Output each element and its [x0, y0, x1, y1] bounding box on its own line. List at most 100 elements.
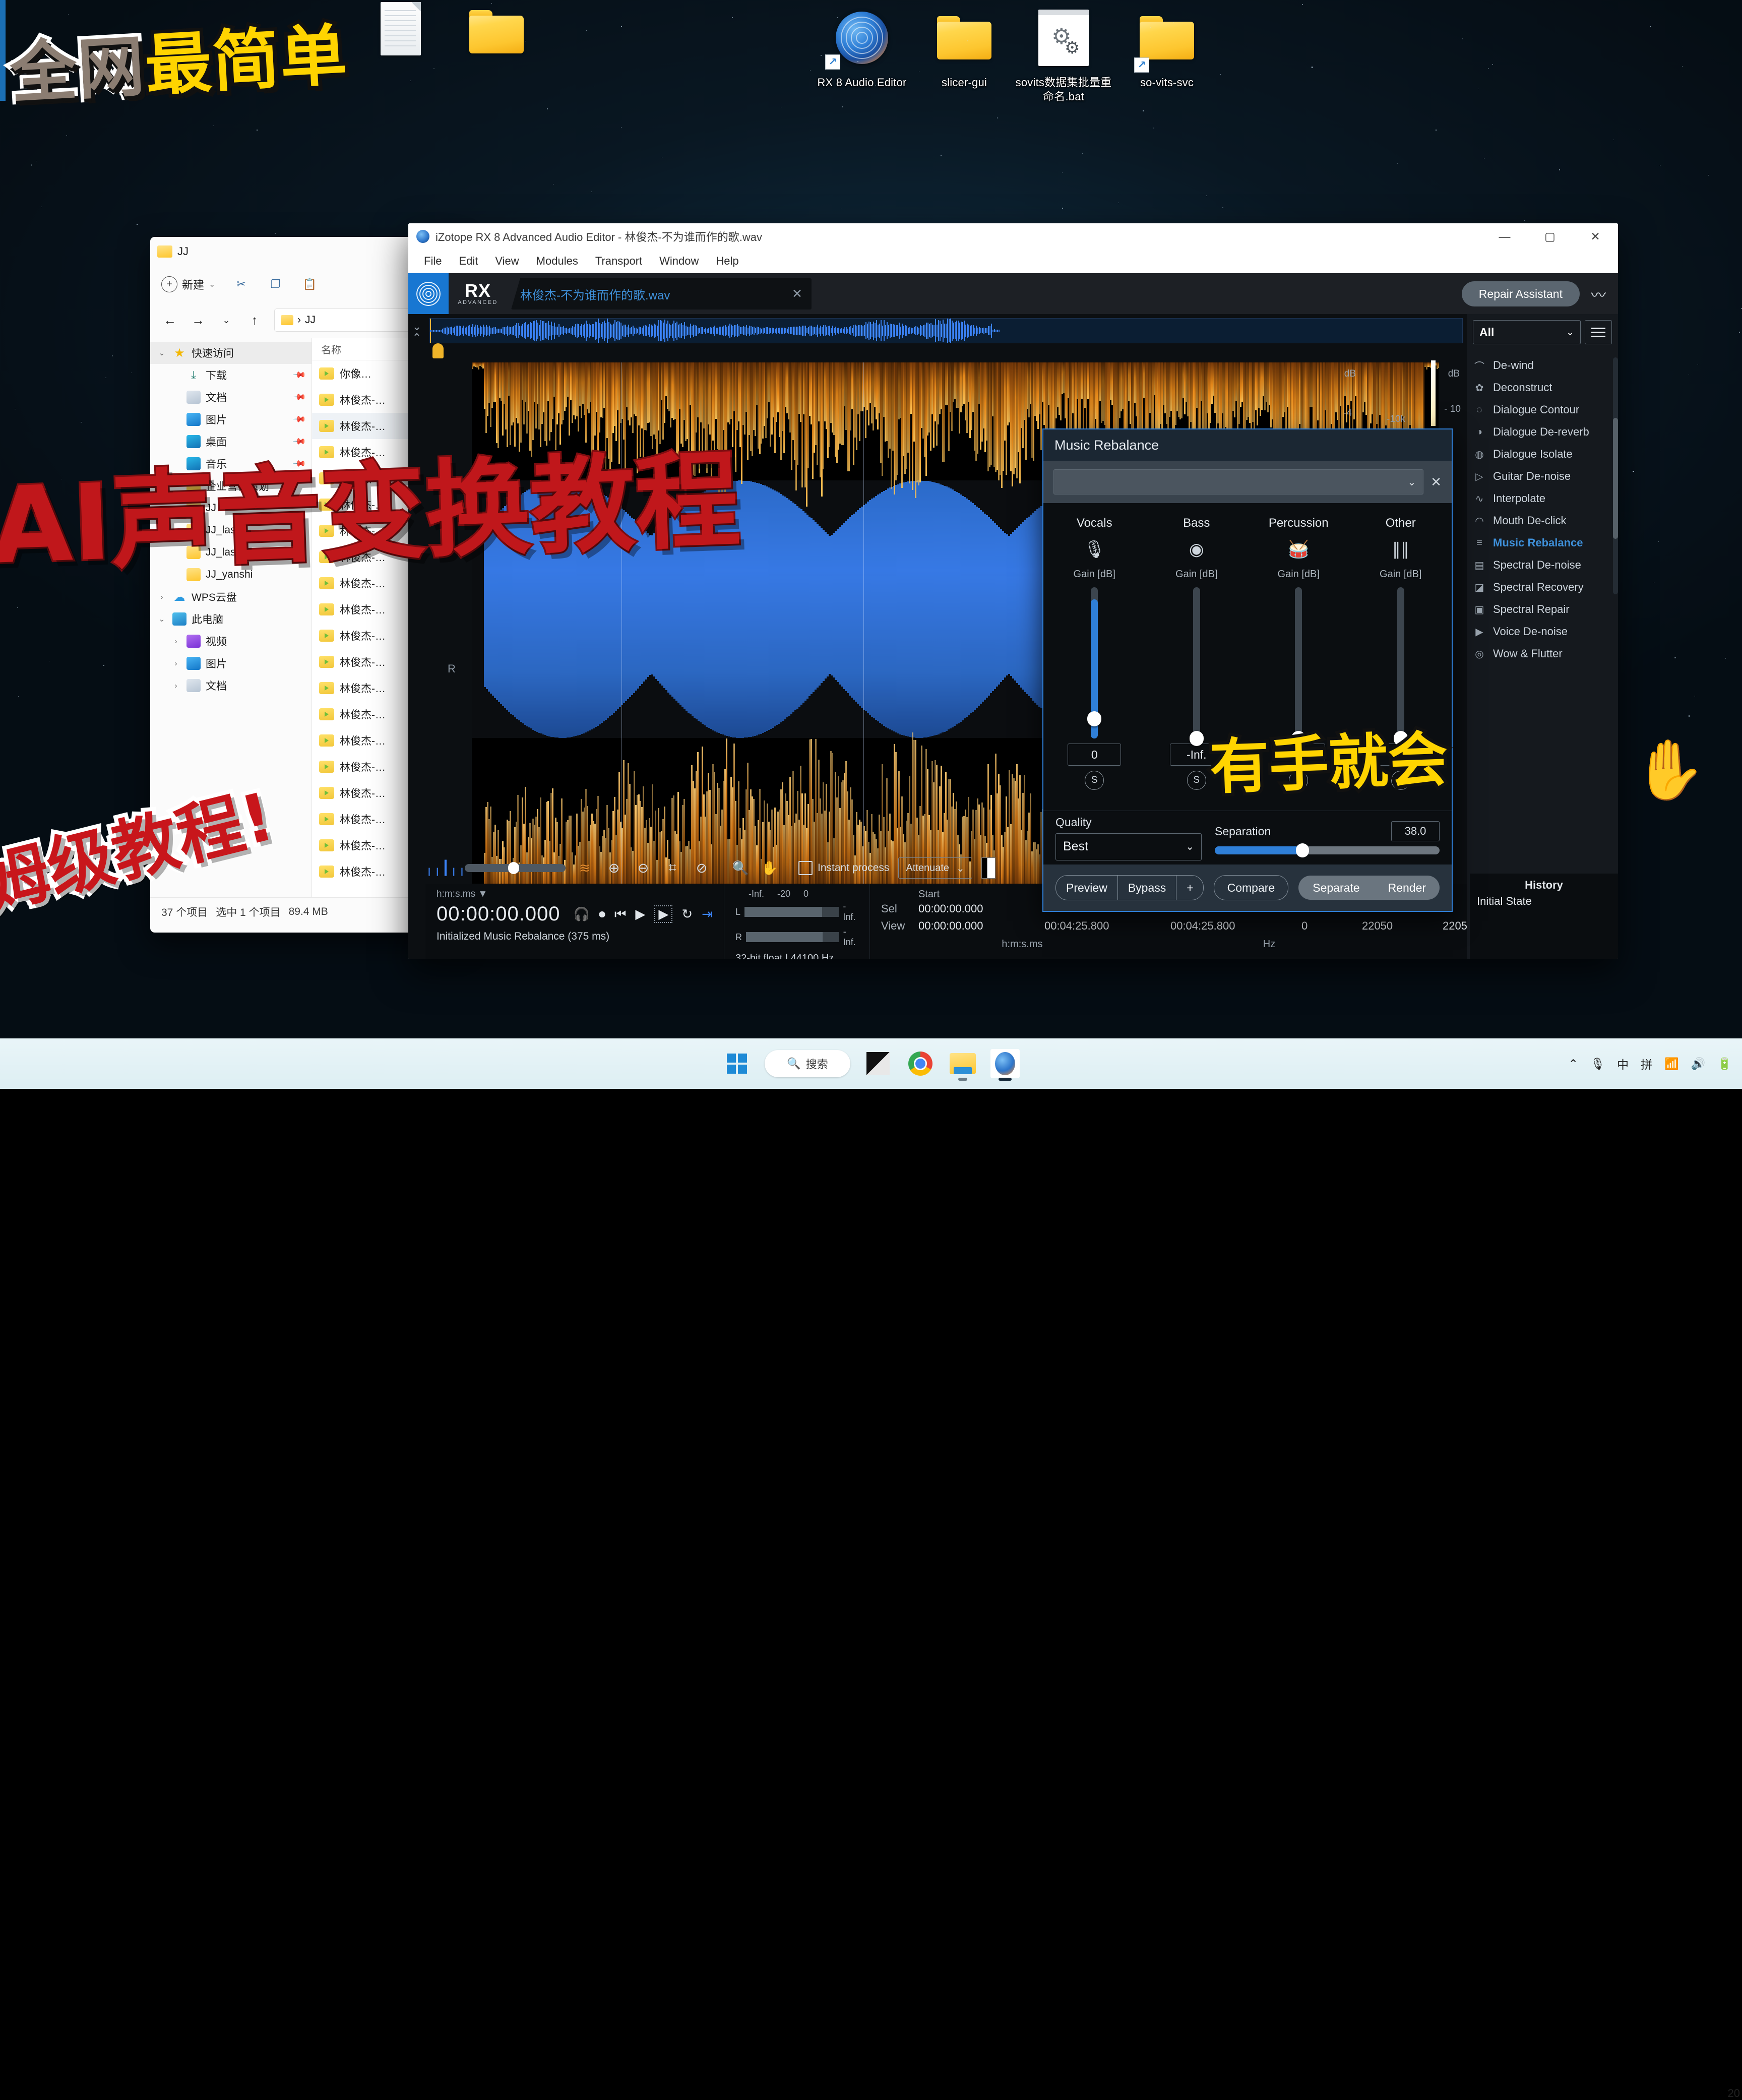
- module-item-de-wind[interactable]: ⌒ De-wind: [1473, 354, 1615, 377]
- play-selection-icon[interactable]: ▶: [654, 905, 673, 923]
- chevron-down-icon[interactable]: ⌄: [156, 614, 167, 624]
- chevron-down-icon[interactable]: ⌄: [156, 348, 167, 357]
- desktop-icon-document[interactable]: [348, 0, 454, 67]
- attenuate-dropdown[interactable]: Attenuate ⌄: [898, 857, 972, 879]
- quality-dropdown[interactable]: Best ⌄: [1055, 833, 1202, 860]
- menu-item-view[interactable]: View: [486, 255, 527, 268]
- add-button[interactable]: +: [1176, 876, 1203, 900]
- selection-cursor[interactable]: [863, 362, 864, 899]
- taskbar-app-file-explorer[interactable]: [948, 1049, 977, 1081]
- mixer-strip-vocals[interactable]: Vocals 🎙 Gain [dB] 0 S: [1043, 503, 1146, 811]
- sidebar-item-0[interactable]: ⌄ ★ 快速访问: [150, 342, 312, 364]
- module-item-mouth-de-click[interactable]: ◠ Mouth De-click: [1473, 510, 1615, 532]
- fader-knob[interactable]: [1291, 731, 1306, 746]
- sidebar-item-14[interactable]: › 图片: [150, 652, 312, 674]
- module-item-dialogue-de-reverb[interactable]: ◑ Dialogue De-reverb: [1473, 421, 1615, 443]
- chevron-right-icon[interactable]: ›: [170, 637, 181, 646]
- desktop-icon-rx8[interactable]: ↗ RX 8 Audio Editor: [809, 0, 915, 90]
- selection-cursor[interactable]: [621, 362, 623, 899]
- sidebar-item-6[interactable]: 企业营销策划: [150, 475, 312, 497]
- mixer-strip-percussion[interactable]: Percussion 🥁 Gain [dB] -Inf. S: [1248, 503, 1350, 811]
- sidebar-item-12[interactable]: ⌄ 此电脑: [150, 608, 312, 630]
- chevron-right-icon[interactable]: ›: [170, 682, 181, 690]
- mixer-strip-bass[interactable]: Bass ◉ Gain [dB] -Inf. S: [1146, 503, 1248, 811]
- menu-item-modules[interactable]: Modules: [528, 255, 587, 268]
- desktop-icon-so-vits-svc[interactable]: ↗ so-vits-svc: [1114, 0, 1220, 90]
- gain-fader[interactable]: [1291, 587, 1306, 746]
- back-button[interactable]: ←: [161, 312, 178, 329]
- volume-icon[interactable]: 🔊: [1691, 1057, 1706, 1071]
- gain-value[interactable]: -Inf.: [1169, 744, 1223, 766]
- zoom-out-icon[interactable]: ⊖: [633, 858, 653, 878]
- record-icon[interactable]: ⏺: [599, 906, 605, 922]
- close-icon[interactable]: ✕: [792, 286, 802, 301]
- sidebar-item-5[interactable]: 音乐 📌: [150, 453, 312, 475]
- separate-button[interactable]: Separate: [1298, 876, 1374, 900]
- maximize-button[interactable]: ▢: [1527, 223, 1573, 250]
- module-item-spectral-recovery[interactable]: ◪ Spectral Recovery: [1473, 576, 1615, 598]
- monitor-icon[interactable]: 🎧: [574, 906, 590, 922]
- close-button[interactable]: ✕: [1573, 223, 1618, 250]
- pin-icon[interactable]: 📌: [292, 412, 306, 426]
- hand-tool-icon[interactable]: ✋: [760, 858, 780, 878]
- tray-expand-icon[interactable]: ⌃: [1569, 1057, 1578, 1071]
- wifi-icon[interactable]: 📶: [1664, 1057, 1679, 1071]
- sidebar-item-13[interactable]: › 视频: [150, 630, 312, 652]
- separation-value[interactable]: 38.0: [1391, 821, 1440, 841]
- preview-button[interactable]: Preview: [1056, 876, 1118, 900]
- waveform-view-icon[interactable]: ╷╷┃╷╷: [425, 858, 466, 878]
- microphone-icon[interactable]: 🎙: [1590, 1057, 1605, 1071]
- loop-icon[interactable]: ↻: [681, 906, 693, 922]
- solo-button[interactable]: S: [1391, 771, 1410, 790]
- fader-knob[interactable]: [1393, 731, 1408, 746]
- sidebar-item-2[interactable]: 文档 📌: [150, 386, 312, 408]
- zoom-fit-icon[interactable]: ⊘: [692, 858, 712, 878]
- spectrogram-view-icon[interactable]: ≋: [575, 858, 595, 878]
- gain-fader[interactable]: [1087, 587, 1102, 738]
- solo-button[interactable]: S: [1085, 771, 1104, 790]
- module-menu-icon[interactable]: [1585, 320, 1612, 344]
- sidebar-item-3[interactable]: 图片 📌: [150, 408, 312, 430]
- skip-start-icon[interactable]: ⏮: [614, 906, 626, 922]
- minimize-button[interactable]: —: [1482, 223, 1527, 250]
- sidebar-item-7[interactable]: JJ: [150, 497, 312, 519]
- mixer-strips[interactable]: Vocals 🎙 Gain [dB] 0 S Bass ◉ Gain [dB] -Inf. S Pe…: [1043, 503, 1452, 811]
- dialog-action-bar[interactable]: Preview Bypass + Compare Separate Render: [1043, 864, 1452, 911]
- taskbar-app-rx[interactable]: [990, 1049, 1020, 1081]
- taskbar-app-chrome[interactable]: [906, 1049, 935, 1078]
- module-item-dialogue-contour[interactable]: ◌ Dialogue Contour: [1473, 399, 1615, 421]
- ime-mode-icon[interactable]: 中: [1617, 1055, 1629, 1072]
- module-item-spectral-de-noise[interactable]: ▤ Spectral De-noise: [1473, 554, 1615, 576]
- repair-assistant-button[interactable]: Repair Assistant: [1461, 281, 1580, 306]
- menu-item-help[interactable]: Help: [707, 255, 747, 268]
- sidebar-item-9[interactable]: JJ_last: [150, 541, 312, 564]
- gain-value[interactable]: -Inf.: [1272, 744, 1326, 766]
- time-format-selector[interactable]: h:m:s.ms ▼: [437, 889, 713, 900]
- rx-modules-panel[interactable]: All ⌄ ⌒ De-wind ✿ Deconstruct ◌ Dialogue Cont…: [1467, 314, 1618, 959]
- pin-icon[interactable]: 📌: [292, 367, 306, 382]
- collapse-chevrons-icon[interactable]: ⌄ ⌃: [408, 321, 425, 343]
- gain-fader[interactable]: [1189, 587, 1204, 746]
- preset-dropdown[interactable]: ⌄: [1053, 469, 1424, 495]
- gain-fader[interactable]: [1393, 587, 1408, 746]
- waveform-zoom-slider[interactable]: [465, 862, 566, 874]
- bypass-button[interactable]: Bypass: [1118, 876, 1177, 900]
- separation-slider[interactable]: [1215, 843, 1440, 857]
- history-panel[interactable]: History Initial State: [1470, 874, 1618, 959]
- windows-taskbar[interactable]: 🔍 搜索 ⌃ 🎙 中 拼 📶 🔊 🔋 20: [0, 1038, 1742, 2099]
- waveform-overview[interactable]: [429, 318, 1463, 343]
- pin-icon[interactable]: 📌: [292, 434, 306, 449]
- close-icon[interactable]: ✕: [1430, 474, 1442, 490]
- solo-button[interactable]: S: [1289, 771, 1309, 790]
- forward-button[interactable]: →: [190, 312, 207, 329]
- copy-icon[interactable]: ❐: [267, 276, 284, 293]
- sidebar-item-1[interactable]: ⤓ 下载 📌: [150, 364, 312, 386]
- menu-item-file[interactable]: File: [415, 255, 450, 268]
- module-item-guitar-de-noise[interactable]: ▷ Guitar De-noise: [1473, 465, 1615, 487]
- gradient-swatch[interactable]: [981, 857, 996, 879]
- ime-pinyin-icon[interactable]: 拼: [1641, 1055, 1652, 1072]
- solo-button[interactable]: S: [1187, 771, 1206, 790]
- system-tray[interactable]: ⌃ 🎙 中 拼 📶 🔊 🔋: [1569, 1055, 1732, 1072]
- paste-icon[interactable]: 📋: [301, 276, 318, 293]
- menu-item-edit[interactable]: Edit: [450, 255, 486, 268]
